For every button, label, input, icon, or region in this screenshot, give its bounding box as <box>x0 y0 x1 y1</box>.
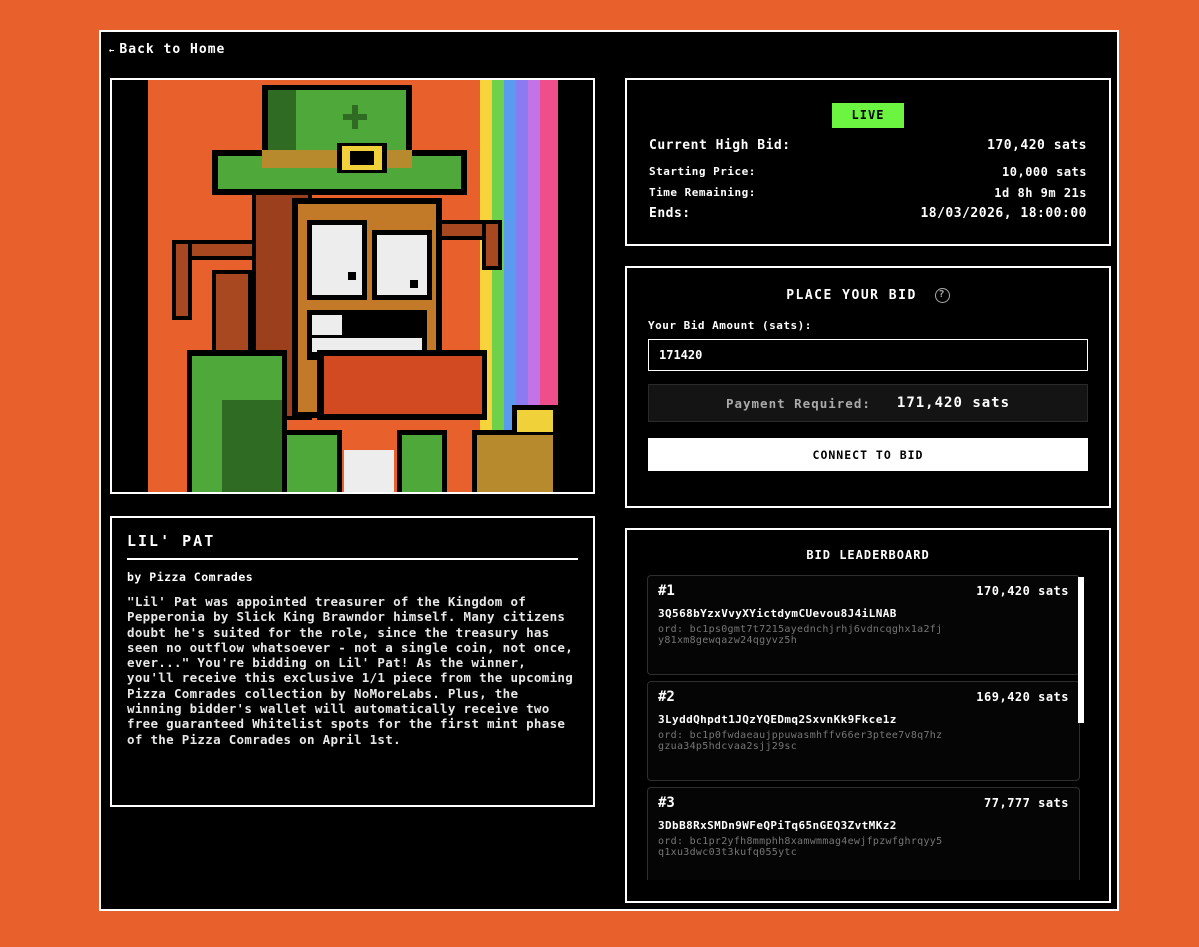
place-bid-title-text: PLACE YOUR BID <box>786 288 917 303</box>
nft-description: "Lil' Pat was appointed treasurer of the… <box>127 594 574 747</box>
nft-creator: by Pizza Comrades <box>127 570 254 584</box>
starting-price-value: 10,000 sats <box>1002 165 1087 179</box>
payment-required-box: Payment Required: 171,420 sats <box>648 384 1088 422</box>
entry-ord-address: ord: bc1p0fwdaeaujppuwasmhffv66er3ptee7v… <box>658 730 943 752</box>
current-high-bid-label: Current High Bid: <box>649 138 791 153</box>
leaderboard-title: BID LEADERBOARD <box>806 548 930 562</box>
leaderboard-entry: #3 77,777 sats 3DbB8RxSMDn9WFeQPiTq65nGE… <box>647 787 1080 880</box>
payment-required-label: Payment Required: <box>725 395 871 411</box>
back-to-home-link[interactable]: ← Back to Home <box>109 42 225 57</box>
auction-frame: ← Back to Home LIL' PAT by Pizza Comrade… <box>99 30 1119 911</box>
place-bid-title: PLACE YOUR BID? <box>627 288 1109 303</box>
current-high-bid-row: Current High Bid: 170,420 sats <box>649 138 1087 153</box>
entry-ord-address: ord: bc1pr2yfh8mmphh8xamwmmag4ewjfpzwfgh… <box>658 836 943 858</box>
connect-to-bid-button[interactable]: CONNECT TO BID <box>648 438 1088 471</box>
starting-price-row: Starting Price: 10,000 sats <box>649 165 1087 179</box>
nft-title: LIL' PAT <box>127 532 578 560</box>
nft-artwork <box>110 78 595 494</box>
auction-status-card: LIVE Current High Bid: 170,420 sats Star… <box>625 78 1111 246</box>
bid-amount-label: Your Bid Amount (sats): <box>648 319 812 332</box>
entry-ord-address: ord: bc1ps0gmt7t7215ayednchjrhj6vdncqghx… <box>658 624 943 646</box>
leaderboard-entry: #1 170,420 sats 3Q568bYzxVvyXYictdymCUev… <box>647 575 1080 675</box>
help-icon[interactable]: ? <box>934 288 950 303</box>
leaderboard-scrollbar[interactable] <box>1078 577 1084 723</box>
starting-price-label: Starting Price: <box>649 165 756 178</box>
time-remaining-row: Time Remaining: 1d 8h 9m 21s <box>649 186 1087 200</box>
entry-amount: 77,777 sats <box>984 796 1069 810</box>
back-arrow-icon: ← <box>109 46 116 56</box>
leprechaun-pixel-art <box>112 80 593 492</box>
ends-value: 18/03/2026, 18:00:00 <box>920 206 1087 221</box>
time-remaining-value: 1d 8h 9m 21s <box>994 186 1087 200</box>
bid-leaderboard: BID LEADERBOARD #1 170,420 sats 3Q568bYz… <box>625 528 1111 903</box>
leaderboard-list[interactable]: #1 170,420 sats 3Q568bYzxVvyXYictdymCUev… <box>647 575 1080 880</box>
live-badge: LIVE <box>832 103 904 128</box>
entry-amount: 169,420 sats <box>976 690 1069 704</box>
bid-amount-input[interactable] <box>648 339 1088 371</box>
entry-address: 3DbB8RxSMDn9WFeQPiTq65nGEQ3ZvtMKz2 <box>658 819 897 832</box>
ends-label: Ends: <box>649 206 691 221</box>
ends-row: Ends: 18/03/2026, 18:00:00 <box>649 206 1087 221</box>
back-link-label: Back to Home <box>119 42 226 57</box>
time-remaining-label: Time Remaining: <box>649 186 756 199</box>
place-bid-card: PLACE YOUR BID? Your Bid Amount (sats): … <box>625 266 1111 508</box>
entry-amount: 170,420 sats <box>976 584 1069 598</box>
description-card: LIL' PAT by Pizza Comrades "Lil' Pat was… <box>110 516 595 807</box>
leaderboard-entry: #2 169,420 sats 3LyddQhpdt1JQzYQEDmq2Sxv… <box>647 681 1080 781</box>
entry-address: 3LyddQhpdt1JQzYQEDmq2SxvnKk9Fkce1z <box>658 713 897 726</box>
entry-address: 3Q568bYzxVvyXYictdymCUevou8J4iLNAB <box>658 607 897 620</box>
current-high-bid-value: 170,420 sats <box>987 138 1087 153</box>
payment-required-value: 171,420 sats <box>896 395 1011 411</box>
